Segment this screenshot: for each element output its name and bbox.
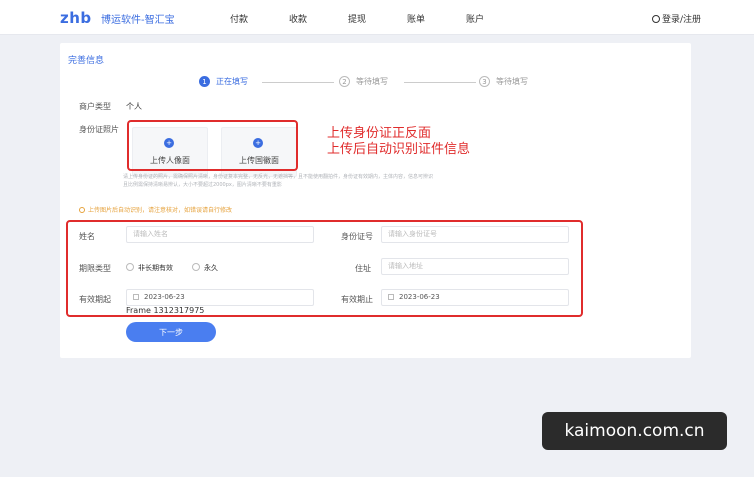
upload-highlight-box bbox=[127, 120, 298, 171]
merchant-type-label: 商户类型 bbox=[79, 102, 111, 111]
logo[interactable]: zhb bbox=[60, 9, 92, 27]
login-label: 登录/注册 bbox=[662, 15, 702, 25]
warning-text: 上传图片后自动识别，请注意核对，如错误请自行修改 bbox=[88, 207, 233, 214]
nav-item-pay[interactable]: 付款 bbox=[230, 12, 248, 25]
step-1-label: 正在填写 bbox=[216, 77, 248, 86]
warning-icon bbox=[79, 207, 85, 213]
upload-tip-line2: 且比例需保持清晰易辨认，大小不要超过2000px，图片清晰不要有重影 bbox=[123, 182, 282, 188]
login-link[interactable]: 登录/注册 bbox=[652, 12, 701, 25]
step-connector bbox=[262, 82, 334, 83]
step-1-number: 1 bbox=[199, 76, 210, 87]
next-step-button[interactable]: 下一步 bbox=[126, 322, 216, 342]
app-name: 博运软件-智汇宝 bbox=[101, 15, 175, 26]
top-navigation-bar: zhb 博运软件-智汇宝 付款 收款 提现 账单 账户 登录/注册 bbox=[0, 0, 754, 35]
id-photo-label: 身份证照片 bbox=[79, 125, 119, 134]
nav-item-receive[interactable]: 收款 bbox=[289, 12, 307, 25]
step-1: 1 正在填写 bbox=[199, 76, 248, 87]
step-2-number: 2 bbox=[339, 76, 350, 87]
nav-item-bill[interactable]: 账单 bbox=[407, 12, 425, 25]
annotation-text: 上传身份证正反面 上传后自动识别证件信息 bbox=[327, 126, 470, 158]
watermark: kaimoon.com.cn bbox=[542, 412, 727, 450]
nav-item-account[interactable]: 账户 bbox=[466, 12, 484, 25]
step-3: 3 等待填写 bbox=[479, 76, 528, 87]
form-highlight-box bbox=[66, 220, 583, 317]
auto-recognize-warning: 上传图片后自动识别，请注意核对，如错误请自行修改 bbox=[79, 205, 232, 214]
merchant-type-value: 个人 bbox=[126, 102, 142, 111]
step-connector bbox=[404, 82, 476, 83]
nav-item-withdraw[interactable]: 提现 bbox=[348, 12, 366, 25]
step-2-label: 等待填写 bbox=[356, 77, 388, 86]
step-3-number: 3 bbox=[479, 76, 490, 87]
step-2: 2 等待填写 bbox=[339, 76, 388, 87]
user-icon bbox=[652, 15, 660, 23]
page-title: 完善信息 bbox=[68, 56, 105, 66]
annotation-line2: 上传后自动识别证件信息 bbox=[327, 142, 471, 157]
upload-tip-line1: 请上传身份证的照片，需确保照片清晰，身份证复本完整，无反光，无遮挡等，且不能使用… bbox=[123, 174, 434, 180]
annotation-line1: 上传身份证正反面 bbox=[327, 126, 432, 141]
upload-tip: 请上传身份证的照片，需确保照片清晰，身份证复本完整，无反光，无遮挡等，且不能使用… bbox=[123, 173, 503, 189]
step-3-label: 等待填写 bbox=[496, 77, 528, 86]
